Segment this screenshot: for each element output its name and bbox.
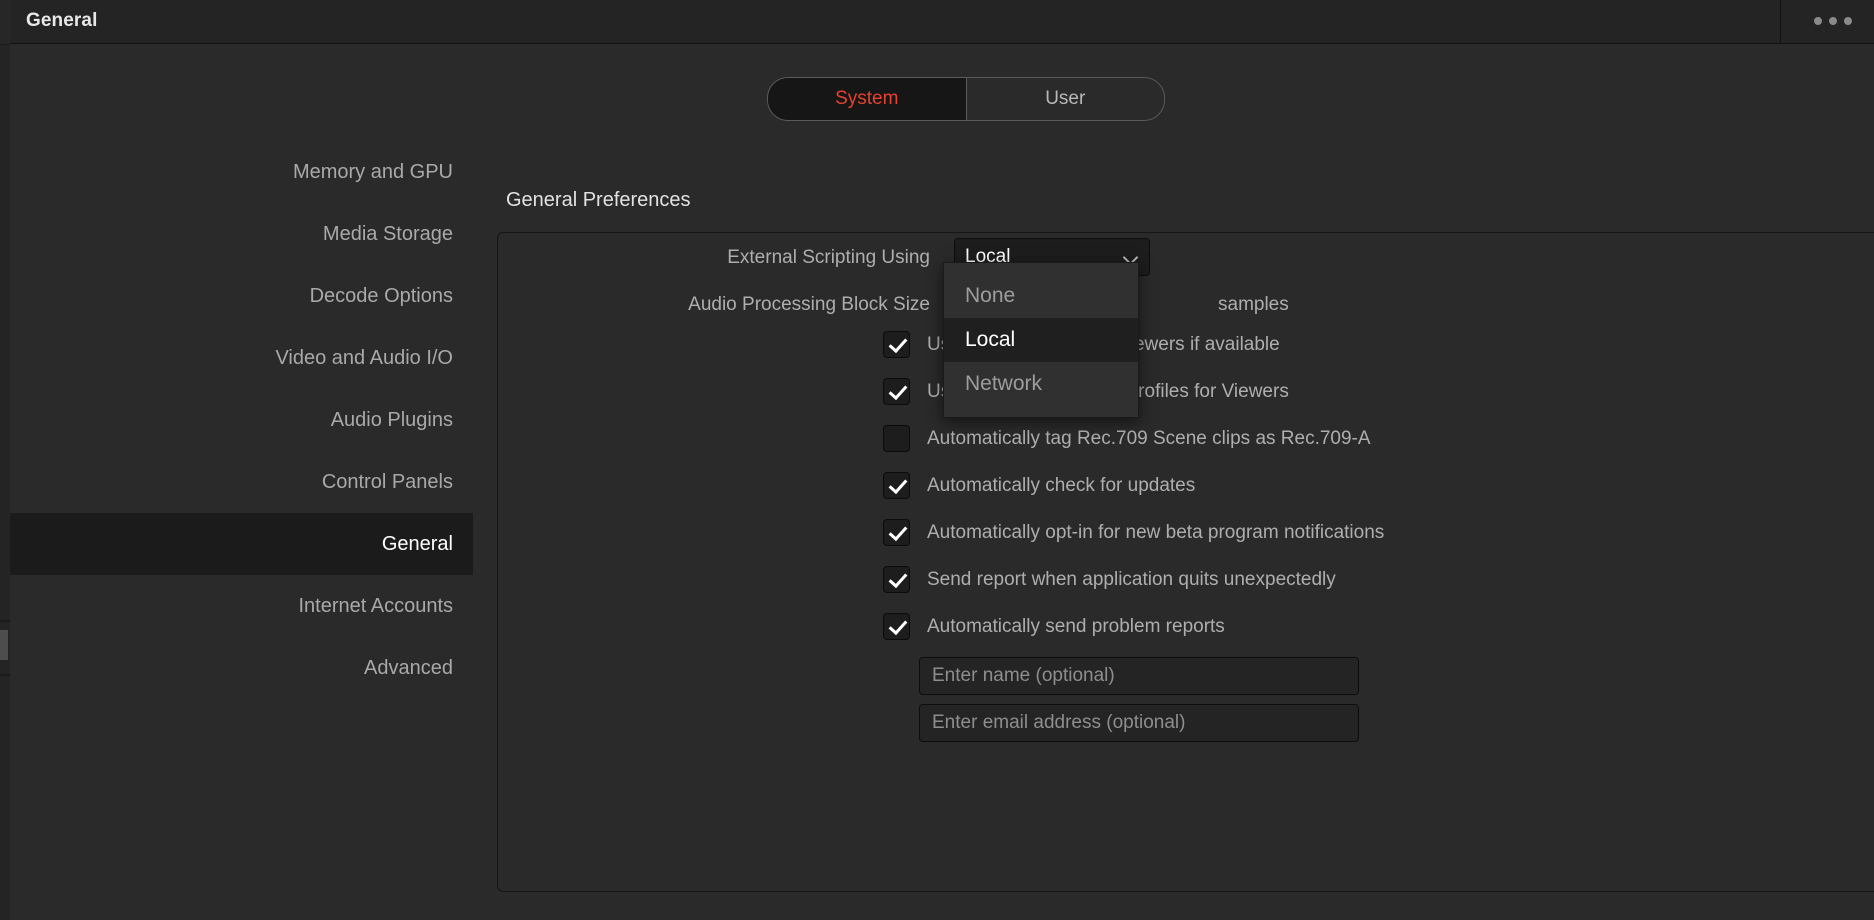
preferences-sidebar: Memory and GPU Media Storage Decode Opti… (10, 141, 473, 699)
sidebar-item-control-panels[interactable]: Control Panels (10, 451, 473, 513)
section-heading: General Preferences (506, 189, 691, 211)
sidebar-item-audio-plugins[interactable]: Audio Plugins (10, 389, 473, 451)
kebab-menu-icon[interactable] (1814, 17, 1852, 25)
checkbox-label: Automatically send problem reports (927, 615, 1225, 637)
kebab-dot (1829, 17, 1837, 25)
dropdown-option-network[interactable]: Network (944, 362, 1138, 406)
page-title: General (26, 10, 98, 31)
checkbox-label: Send report when application quits unexp… (927, 568, 1336, 590)
left-strip-segment (0, 0, 10, 44)
kebab-dot (1844, 17, 1852, 25)
checkbox-label: Automatically check for updates (927, 474, 1196, 496)
scope-tabs: System User (767, 77, 1165, 121)
checkbox-10bit-precision[interactable] (883, 331, 910, 358)
checkbox-row-send-crash-report[interactable]: Send report when application quits unexp… (883, 566, 1336, 593)
checkbox-beta-optin[interactable] (883, 519, 910, 546)
title-bar-divider (1780, 0, 1781, 44)
sidebar-item-advanced[interactable]: Advanced (10, 637, 473, 699)
sidebar-item-decode-options[interactable]: Decode Options (10, 265, 473, 327)
checkbox-row-check-updates[interactable]: Automatically check for updates (883, 472, 1195, 499)
left-strip-segment (0, 676, 10, 920)
checkbox-row-rec709-tag[interactable]: Automatically tag Rec.709 Scene clips as… (883, 425, 1371, 452)
checkbox-label: Automatically opt-in for new beta progra… (927, 521, 1385, 543)
checkbox-row-send-problem-reports[interactable]: Automatically send problem reports (883, 613, 1225, 640)
scroll-handle[interactable] (0, 630, 8, 660)
left-edge-strip (0, 0, 10, 920)
tab-user[interactable]: User (966, 78, 1164, 120)
email-field[interactable] (919, 704, 1359, 742)
general-preferences-panel: External Scripting Using Local Audio Pro… (497, 232, 1874, 892)
row-label: Audio Processing Block Size (688, 294, 930, 315)
row-audio-block-size: Audio Processing Block Size samples (498, 285, 1874, 325)
dropdown-option-local[interactable]: Local (944, 318, 1138, 362)
tab-system[interactable]: System (768, 78, 967, 120)
checkbox-rec709-tag[interactable] (883, 425, 910, 452)
checkbox-send-crash-report[interactable] (883, 566, 910, 593)
row-label: External Scripting Using (727, 247, 930, 268)
sidebar-item-memory-and-gpu[interactable]: Memory and GPU (10, 141, 473, 203)
title-bar: General (10, 0, 1874, 44)
external-scripting-dropdown-menu: None Local Network (943, 262, 1139, 418)
sidebar-item-internet-accounts[interactable]: Internet Accounts (10, 575, 473, 637)
sidebar-item-media-storage[interactable]: Media Storage (10, 203, 473, 265)
name-field[interactable] (919, 657, 1359, 695)
chevron-down-icon (1123, 252, 1139, 262)
checkbox-send-problem-reports[interactable] (883, 613, 910, 640)
checkbox-mac-display-profiles[interactable] (883, 378, 910, 405)
left-strip-segment (0, 45, 10, 620)
row-suffix: samples (1218, 294, 1289, 315)
checkbox-label: Automatically tag Rec.709 Scene clips as… (927, 427, 1371, 449)
preferences-window: General System User Memory and GPU Media… (0, 0, 1874, 920)
dropdown-option-none[interactable]: None (944, 274, 1138, 318)
checkbox-check-updates[interactable] (883, 472, 910, 499)
checkbox-row-beta-optin[interactable]: Automatically opt-in for new beta progra… (883, 519, 1384, 546)
preferences-body: System User Memory and GPU Media Storage… (10, 45, 1874, 920)
row-external-scripting: External Scripting Using Local (498, 238, 1874, 278)
kebab-dot (1814, 17, 1822, 25)
sidebar-item-general[interactable]: General (10, 513, 473, 575)
sidebar-item-video-and-audio-io[interactable]: Video and Audio I/O (10, 327, 473, 389)
